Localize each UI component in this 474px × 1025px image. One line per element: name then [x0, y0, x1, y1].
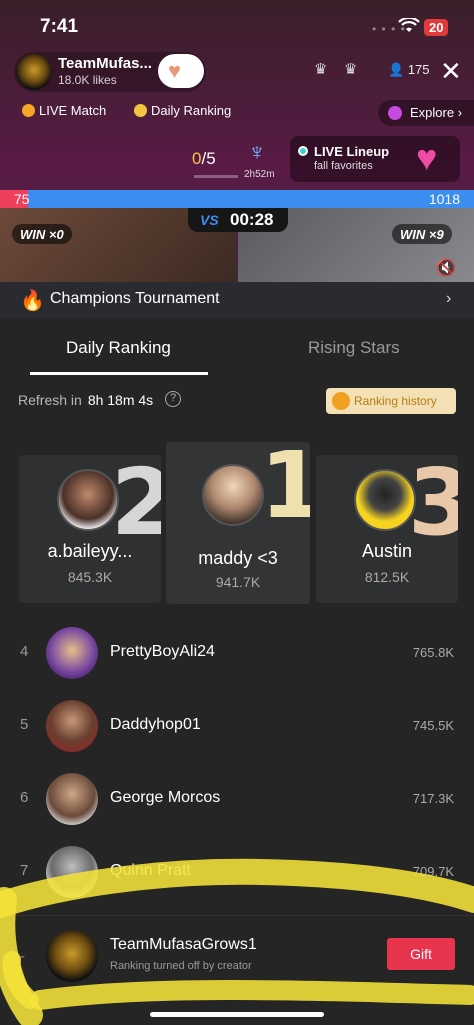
lineup-icon — [298, 146, 308, 156]
podium-name: maddy <3 — [198, 548, 278, 568]
chevron-right-icon: › — [446, 290, 452, 307]
podium-first[interactable]: 1 maddy <3 941.7K — [166, 442, 310, 604]
row-rank: 5 — [20, 716, 29, 733]
list-item[interactable]: 5 Daddyhop01 745.5K — [0, 690, 474, 762]
battle-left-score: 75 — [14, 191, 30, 207]
host-avatar[interactable] — [16, 54, 52, 90]
ranking-tabs: Daily Ranking Rising Stars — [0, 324, 474, 378]
row-name: George Morcos — [110, 789, 221, 806]
match-progress[interactable]: 0/5 2h52m ♆ — [188, 135, 280, 183]
win-streak-right: WIN ×9 — [392, 224, 452, 244]
avatar[interactable] — [46, 700, 98, 752]
row-rank: 4 — [20, 643, 29, 660]
battle-timer-text: 00:28 — [230, 210, 274, 229]
fire-icon — [134, 104, 147, 117]
match-score: 0/5 — [192, 149, 216, 168]
row-score: 765.8K — [412, 645, 454, 660]
podium-third[interactable]: 3 Austin 812.5K — [316, 455, 458, 603]
battle-score-bar: 75 1018 — [0, 190, 474, 208]
row-name: Daddyhop01 — [110, 716, 201, 733]
my-ranking-status: Ranking turned off by creator — [110, 960, 252, 972]
live-lineup-card[interactable]: LIVE Lineup fall favorites ♥ — [290, 136, 460, 182]
jellyfish-icon: ♆ — [248, 139, 266, 166]
avatar[interactable] — [354, 469, 416, 531]
daily-ranking-chip[interactable]: Daily Ranking — [134, 103, 231, 118]
match-time-left: 2h52m — [244, 169, 275, 180]
row-score: 709.7K — [412, 864, 454, 879]
gift-button[interactable]: Gift — [387, 938, 455, 970]
user-icon: 👤 — [388, 62, 405, 77]
row-score: 745.5K — [412, 718, 454, 733]
tab-underline — [30, 372, 208, 375]
ranking-history-button[interactable]: Ranking history — [326, 388, 456, 414]
row-name: Quinn Pratt — [110, 862, 191, 879]
explore-button[interactable]: Explore › — [378, 100, 474, 126]
mute-icon[interactable]: 🔇 — [436, 258, 456, 278]
status-bar: 7:41 • • • • 20 — [0, 0, 474, 50]
battle-right-score: 1018 — [428, 191, 460, 207]
match-progress-bar — [194, 175, 238, 178]
champions-tournament-banner[interactable]: 🔥 Champions Tournament › — [0, 282, 474, 318]
host-likes: 18.0K likes — [58, 73, 117, 87]
live-match-chip[interactable]: LIVE Match — [22, 103, 106, 118]
vs-icon: VS — [200, 212, 219, 228]
avatar[interactable] — [57, 469, 119, 531]
podium-score: 941.7K — [215, 574, 261, 590]
avatar[interactable] — [46, 846, 98, 898]
podium-rank-number: 1 — [260, 442, 310, 539]
avatar[interactable] — [46, 627, 98, 679]
wifi-icon — [398, 18, 420, 32]
avatar[interactable] — [202, 464, 264, 526]
viewer-count[interactable]: 👤 175 — [388, 62, 430, 78]
home-indicator[interactable] — [150, 1012, 324, 1017]
explore-icon — [388, 106, 402, 120]
status-time: 7:41 — [40, 16, 79, 37]
info-icon[interactable]: ? — [165, 391, 181, 407]
podium-second[interactable]: 2 a.baileyy... 845.3K — [19, 455, 161, 603]
fire-icon: 🔥 — [20, 290, 45, 312]
close-icon[interactable]: ✕ — [440, 56, 462, 87]
win-streak-left: WIN ×0 — [12, 224, 72, 244]
refresh-countdown: Refresh in 8h 18m 4s — [18, 392, 154, 408]
tournament-title: Champions Tournament — [50, 290, 220, 307]
list-item[interactable]: 4 PrettyBoyAli24 765.8K — [0, 617, 474, 689]
battle-timer: VS 00:28 — [188, 208, 288, 232]
my-rank: - — [20, 948, 25, 965]
row-rank: 7 — [20, 862, 29, 879]
podium-score: 845.3K — [67, 569, 113, 585]
list-item[interactable]: 7 Quinn Pratt 709.7K — [0, 836, 474, 908]
tab-daily-ranking[interactable]: Daily Ranking — [66, 338, 171, 358]
match-icon — [22, 104, 35, 117]
lineup-title: LIVE Lineup — [314, 144, 390, 159]
podium-score: 812.5K — [364, 569, 410, 585]
list-item[interactable]: 6 George Morcos 717.3K — [0, 763, 474, 835]
trophy-icon — [332, 392, 350, 410]
avatar[interactable] — [46, 773, 98, 825]
crown-icon[interactable]: ♛ — [344, 60, 364, 80]
heart-icon: ♥ — [416, 137, 438, 178]
follow-button[interactable]: ♥ — [158, 54, 204, 88]
battery-indicator: 20 — [424, 19, 449, 36]
my-name: TeamMufasaGrows1 — [110, 936, 257, 953]
podium-name: a.baileyy... — [47, 541, 133, 561]
crown-icon[interactable]: ♛ — [314, 60, 334, 80]
heart-plus-icon: ♥ — [168, 58, 182, 83]
lineup-subtitle: fall favorites — [314, 160, 373, 172]
podium-name: Austin — [361, 541, 413, 561]
host-name: TeamMufas... — [58, 55, 152, 72]
row-name: PrettyBoyAli24 — [110, 643, 215, 660]
row-score: 717.3K — [412, 791, 454, 806]
avatar[interactable] — [46, 930, 98, 982]
tab-rising-stars[interactable]: Rising Stars — [308, 338, 400, 358]
my-ranking-row[interactable]: - TeamMufasaGrows1 Ranking turned off by… — [0, 915, 474, 1005]
row-rank: 6 — [20, 789, 29, 806]
